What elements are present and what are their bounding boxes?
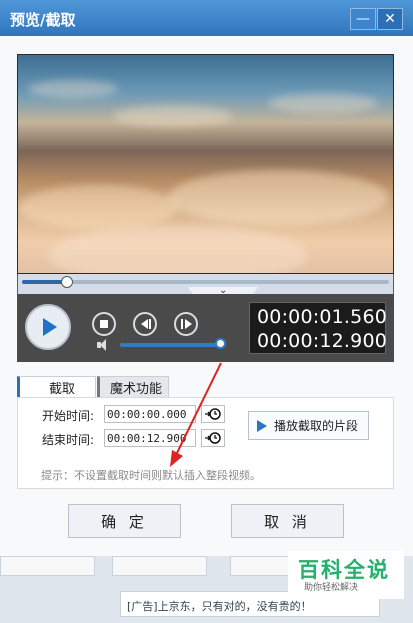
volume-thumb[interactable] [214, 338, 226, 349]
volume-slider[interactable] [120, 343, 220, 347]
end-time-label: 结束时间: [42, 433, 95, 447]
play-clip-icon [257, 419, 267, 432]
capture-panel: 开始时间: 00:00:00.000 结束时间: 00:00:12.900 播放… [17, 397, 394, 489]
time-display: 00:00:01.560 00:00:12.900 [249, 302, 388, 354]
start-time-label: 开始时间: [42, 409, 95, 423]
background-tab [0, 556, 95, 576]
end-time-input[interactable]: 00:00:12.900 [104, 429, 196, 447]
previous-frame-button[interactable] [133, 312, 157, 336]
tip-text: 提示：不设置截取时间则默认插入整段视频。 [41, 469, 261, 482]
window-title: 预览/截取 [10, 11, 76, 29]
video-preview [17, 54, 394, 274]
watermark: 百科全说 助你轻松解决 [288, 551, 404, 599]
play-icon [43, 318, 57, 336]
ok-button[interactable]: 确 定 [68, 504, 181, 538]
progress-thumb[interactable] [61, 276, 74, 288]
reset-time-icon [205, 408, 221, 420]
tab-magic[interactable]: 魔术功能 [97, 376, 169, 398]
timeline-bar: ⌄ [17, 274, 394, 299]
title-bar: 预览/截取 — ✕ [0, 0, 413, 36]
background-tab [112, 556, 207, 576]
start-time-input[interactable]: 00:00:00.000 [104, 405, 196, 423]
close-icon: ✕ [384, 11, 396, 27]
reset-start-button[interactable] [201, 405, 225, 423]
minimize-icon: — [356, 11, 370, 27]
total-time: 00:00:12.900 [257, 330, 388, 352]
stop-icon [100, 320, 108, 328]
player-controls: 00:00:01.560 00:00:12.900 [17, 294, 394, 362]
progress-track[interactable] [22, 276, 389, 288]
play-clip-button[interactable]: 播放截取的片段 [248, 411, 369, 440]
minimize-button[interactable]: — [350, 8, 376, 30]
preview-dialog: ⌄ 00:00:01.560 00:00:12.900 截取 魔术功能 开始时间… [0, 36, 413, 556]
current-time: 00:00:01.560 [257, 306, 388, 328]
tab-capture[interactable]: 截取 [17, 376, 96, 398]
function-tabs: 截取 魔术功能 [17, 376, 394, 398]
reset-end-button[interactable] [201, 429, 225, 447]
progress-fill [22, 280, 67, 284]
play-button[interactable] [25, 304, 71, 350]
stop-button[interactable] [92, 312, 116, 336]
cancel-button[interactable]: 取 消 [231, 504, 344, 538]
watermark-subtitle: 助你轻松解决 [304, 583, 359, 593]
close-button[interactable]: ✕ [377, 8, 403, 30]
background-tab [230, 556, 290, 576]
next-frame-button[interactable] [174, 312, 198, 336]
reset-time-icon [205, 432, 221, 444]
volume-icon[interactable] [97, 339, 109, 351]
play-clip-label: 播放截取的片段 [274, 419, 359, 433]
